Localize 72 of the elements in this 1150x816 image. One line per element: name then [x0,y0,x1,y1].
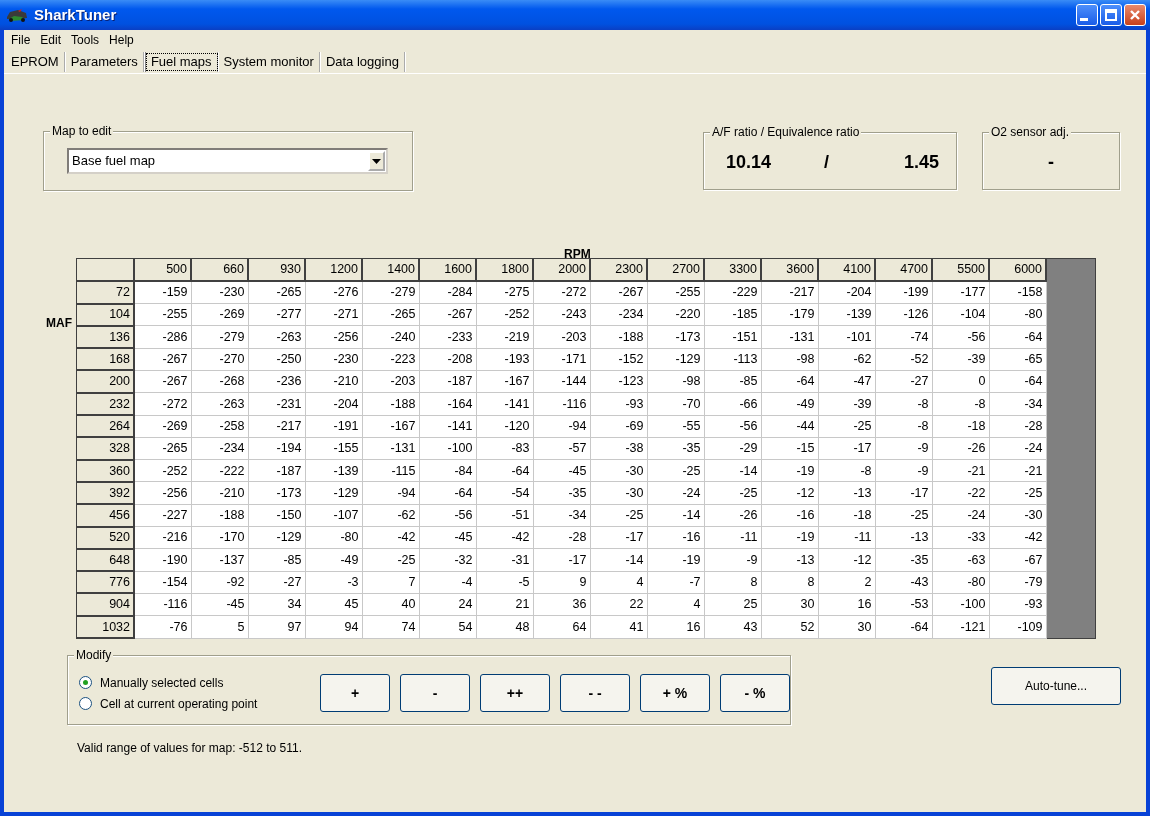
row-header: 776 [77,571,134,594]
row-header: 104 [77,303,134,326]
row-header: 456 [77,504,134,527]
column-header: 4700 [875,259,932,282]
auto-tune-button[interactable]: Auto-tune... [991,667,1121,705]
axis-label: MAF [46,315,72,332]
tab[interactable]: EPROM [6,51,66,72]
column-header: 1600 [419,259,476,282]
window-title: SharkTuner [34,4,117,25]
tab[interactable]: Fuel maps [144,51,219,72]
minimize-button[interactable] [1076,4,1098,26]
row-header: 232 [77,392,134,416]
map-dropdown[interactable]: Base fuel map [67,148,388,174]
tab[interactable]: Parameters [65,51,145,72]
column-header: 1800 [476,259,533,282]
equivalence-ratio-value: 1.45 [904,151,940,174]
column-header: 2000 [533,259,590,282]
column-header: 4100 [818,259,875,282]
minimize-icon [1080,17,1088,21]
column-header: 930 [248,259,305,282]
af-ratio-value: 10.14 [726,151,773,174]
column-header: 2300 [590,259,647,282]
radio-label: Manually selected cells [100,674,224,692]
row-header: 1032 [77,615,134,639]
axis-label: RPM [564,246,591,258]
row-header: 328 [77,437,134,460]
column-header: 1400 [362,259,419,282]
radio-button[interactable] [79,697,92,710]
adjust-button[interactable]: + [320,674,390,712]
column-header: 5500 [932,259,989,282]
row-header: 904 [77,593,134,616]
column-header: 3300 [704,259,761,282]
column-header: 6000 [989,259,1046,282]
group-label: Map to edit [50,124,114,138]
menu-item[interactable]: Tools [66,31,105,49]
dropdown-arrow-icon [372,158,381,164]
row-header: 72 [77,281,134,304]
adjust-button[interactable]: ++ [480,674,550,712]
row-header: 200 [77,370,134,393]
tab[interactable]: Data logging [320,51,406,72]
tab[interactable]: System monitor [218,51,321,72]
group-label: Modify [74,648,114,662]
radio-label: Cell at current operating point [100,695,258,713]
ratio-separator: / [824,151,830,174]
row-header: 168 [77,348,134,371]
radio-button[interactable] [79,676,92,689]
menu-item[interactable]: Edit [35,31,67,49]
note-text: Valid range of values for map: -512 to 511. [77,740,303,757]
row-header: 520 [77,526,134,549]
column-header: 1200 [305,259,362,282]
column-header: 3600 [761,259,818,282]
row-header: 648 [77,548,134,572]
car-icon [6,7,28,23]
adjust-button[interactable]: - % [720,674,790,712]
adjust-button[interactable]: - - [560,674,630,712]
row-header: 136 [77,325,134,349]
row-header: 264 [77,415,134,438]
column-header: 500 [134,259,191,282]
maximize-button[interactable] [1100,4,1122,26]
o2-sensor-value: - [1048,152,1054,172]
maximize-icon [1103,7,1119,23]
close-button[interactable] [1124,4,1146,26]
adjust-button[interactable]: - [400,674,470,712]
group-label: O2 sensor adj. [989,125,1072,139]
row-header: 360 [77,459,134,482]
menu-item[interactable]: File [6,31,36,49]
menu-item[interactable]: Help [104,31,139,49]
group-label: A/F ratio / Equivalence ratio [710,125,862,139]
column-header: 660 [191,259,248,282]
row-header: 392 [77,481,134,505]
column-header: 2700 [647,259,704,282]
adjust-button[interactable]: + % [640,674,710,712]
